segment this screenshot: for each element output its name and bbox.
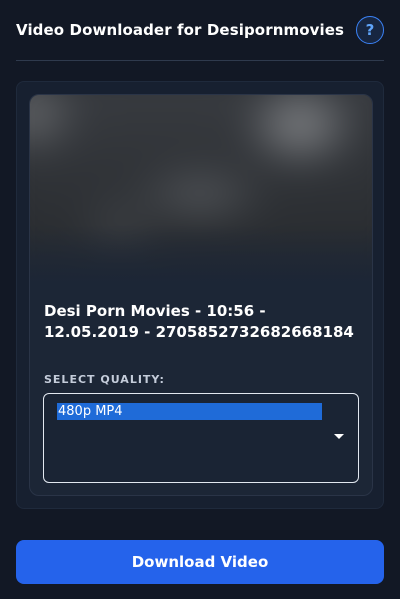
thumbnail-fade [30, 225, 372, 285]
app-title: Video Downloader for Desipornmovies [16, 21, 345, 39]
chevron-down-icon[interactable] [334, 434, 344, 439]
question-mark-icon: ? [365, 21, 375, 39]
download-video-button[interactable]: Download Video [16, 540, 384, 584]
video-card: Desi Porn Movies - 10:56 - 12.05.2019 - … [29, 94, 373, 496]
help-button[interactable]: ? [356, 16, 384, 44]
video-panel: Desi Porn Movies - 10:56 - 12.05.2019 - … [16, 81, 384, 509]
quality-select[interactable]: 480p MP4 [43, 393, 359, 483]
quality-label: SELECT QUALITY: [44, 373, 165, 386]
video-title: Desi Porn Movies - 10:56 - 12.05.2019 - … [44, 302, 354, 341]
video-thumbnail [30, 95, 372, 285]
selected-quality-option[interactable]: 480p MP4 [57, 403, 322, 420]
header: Video Downloader for Desipornmovies ? [16, 0, 384, 61]
